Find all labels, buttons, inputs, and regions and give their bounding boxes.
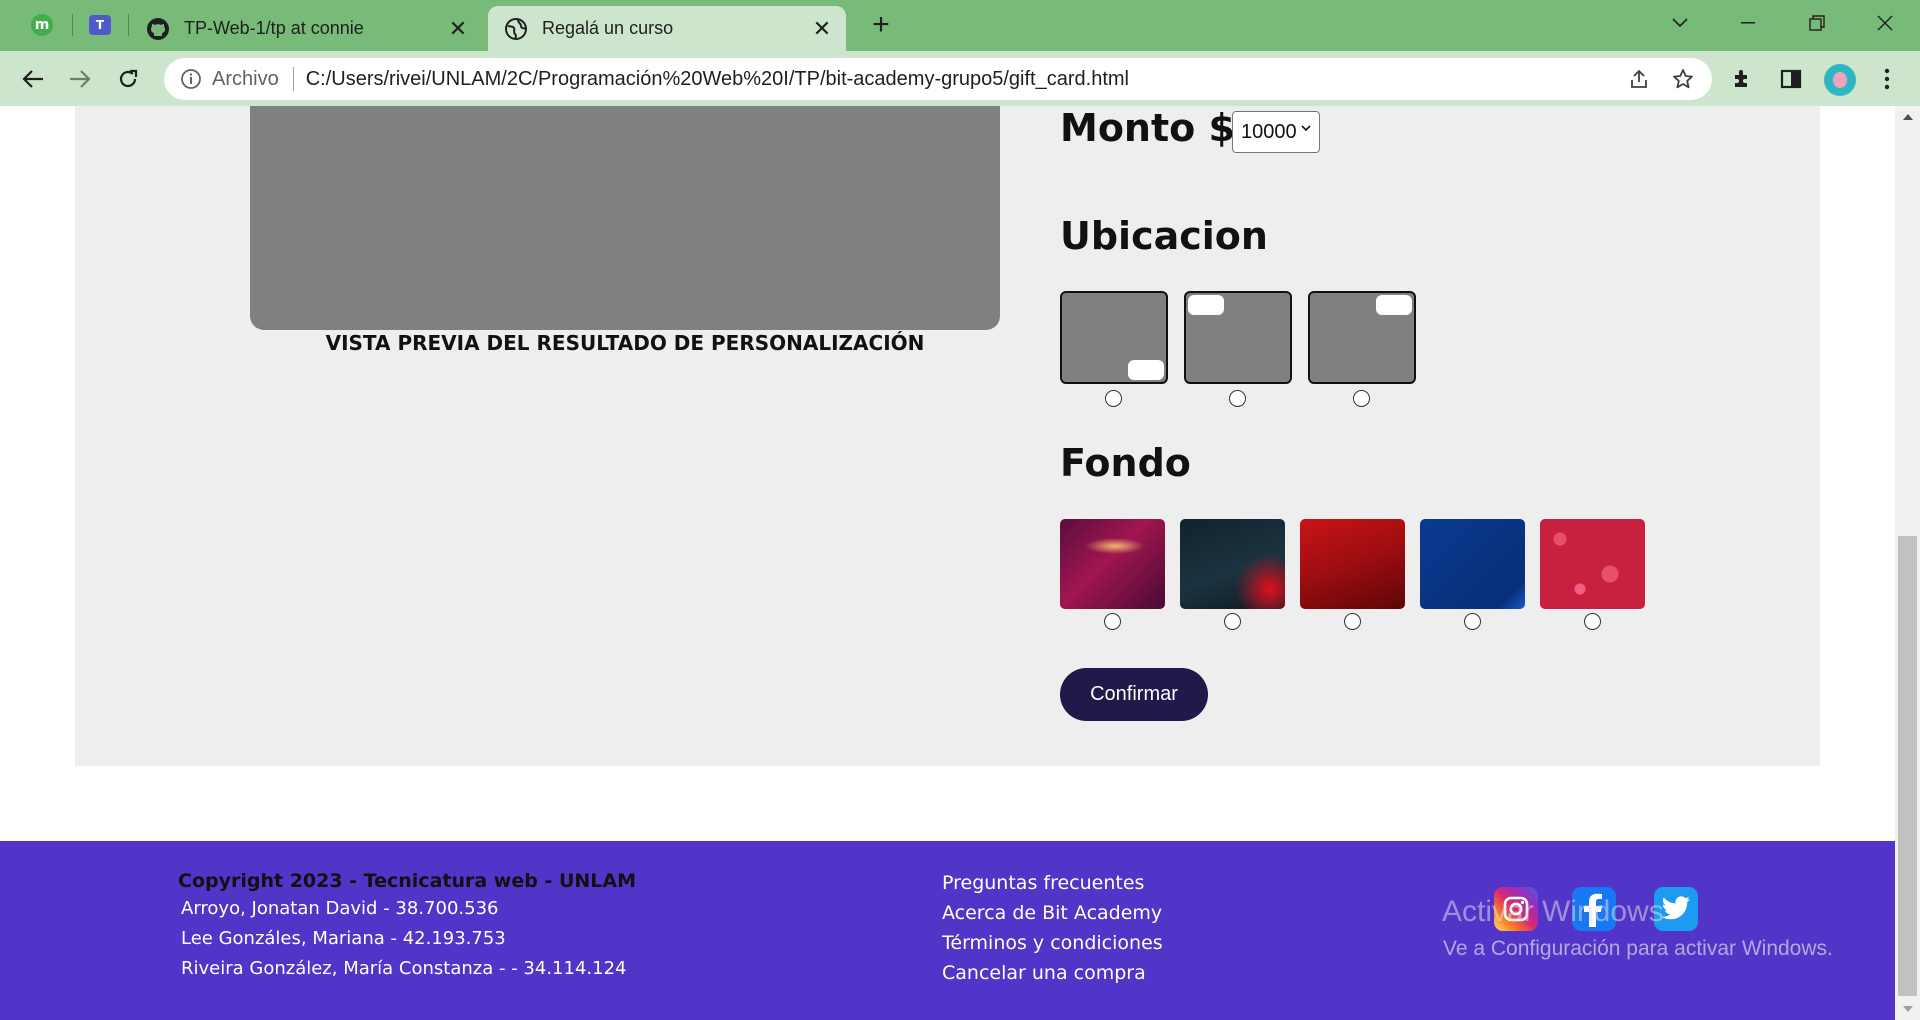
footer-link-terms[interactable]: Términos y condiciones xyxy=(942,932,1163,954)
chevron-down-icon xyxy=(1301,125,1311,132)
preview-box xyxy=(250,106,1000,330)
location-radio[interactable] xyxy=(1353,390,1370,407)
gift-card-section: VISTA PREVIA DEL RESULTADO DE PERSONALIZ… xyxy=(75,106,1820,766)
monto-selected-value: 10000 xyxy=(1241,120,1297,143)
forward-arrow-icon[interactable] xyxy=(63,62,97,96)
confirm-button[interactable]: Confirmar xyxy=(1060,668,1208,721)
tab-github[interactable]: TP-Web-1/tp at connie ✕ xyxy=(130,6,482,51)
member-line: Arroyo, Jonatan David - 38.700.536 xyxy=(181,898,499,919)
background-option-red[interactable] xyxy=(1300,519,1405,609)
monto-select[interactable]: 10000 xyxy=(1232,111,1320,153)
background-radio[interactable] xyxy=(1224,613,1241,630)
tab-title: Regalá un curso xyxy=(542,18,674,38)
m-app-icon: m xyxy=(31,14,53,36)
background-radio[interactable] xyxy=(1104,613,1121,630)
background-option-dark-network[interactable] xyxy=(1180,519,1285,609)
background-option-pink-hearts[interactable] xyxy=(1540,519,1645,609)
member-line: Lee Gonzáles, Mariana - 42.193.753 xyxy=(181,928,506,949)
minimize-icon[interactable] xyxy=(1728,8,1768,38)
tab-separator xyxy=(72,14,73,36)
side-panel-icon[interactable] xyxy=(1776,64,1806,94)
vertical-scrollbar[interactable] xyxy=(1895,106,1920,1020)
location-option-bottom-right[interactable] xyxy=(1060,291,1168,384)
kebab-menu-icon[interactable] xyxy=(1872,64,1902,94)
info-icon[interactable] xyxy=(180,68,202,90)
address-separator xyxy=(292,67,294,91)
site-footer: Copyright 2023 - Tecnicatura web - UNLAM… xyxy=(0,841,1895,1020)
globe-icon xyxy=(504,17,528,41)
restore-icon[interactable] xyxy=(1797,8,1837,38)
new-tab-button[interactable]: + xyxy=(866,10,896,40)
origin-label: Archivo xyxy=(212,67,279,90)
location-radio[interactable] xyxy=(1105,390,1122,407)
background-radio[interactable] xyxy=(1344,613,1361,630)
copyright-text: Copyright 2023 - Tecnicatura web - UNLAM xyxy=(178,870,637,892)
tab-search-icon[interactable] xyxy=(1660,8,1700,38)
reload-icon[interactable] xyxy=(111,62,145,96)
windows-activation-title: Activar Windows xyxy=(1442,895,1664,928)
close-tab-icon[interactable]: ✕ xyxy=(444,15,472,43)
browser-toolbar: Archivo C:/Users/rivei/UNLAM/2C/Programa… xyxy=(0,51,1920,106)
background-radio[interactable] xyxy=(1464,613,1481,630)
member-line: Riveira González, María Constanza - - 34… xyxy=(181,958,627,979)
extensions-icon[interactable] xyxy=(1728,64,1758,94)
scroll-down-arrow-icon[interactable] xyxy=(1903,1006,1913,1012)
address-bar[interactable]: Archivo C:/Users/rivei/UNLAM/2C/Programa… xyxy=(164,58,1712,100)
location-option-top-left[interactable] xyxy=(1184,291,1292,384)
close-tab-icon[interactable]: ✕ xyxy=(808,15,836,43)
github-icon xyxy=(146,17,170,41)
preview-caption: VISTA PREVIA DEL RESULTADO DE PERSONALIZ… xyxy=(325,331,925,355)
page-viewport: VISTA PREVIA DEL RESULTADO DE PERSONALIZ… xyxy=(0,106,1895,1020)
footer-link-faq[interactable]: Preguntas frecuentes xyxy=(942,872,1144,894)
footer-link-cancel[interactable]: Cancelar una compra xyxy=(942,962,1146,984)
url-text[interactable]: C:/Users/rivei/UNLAM/2C/Programación%20W… xyxy=(306,68,1624,91)
footer-link-about[interactable]: Acerca de Bit Academy xyxy=(942,902,1162,924)
location-chip xyxy=(1188,295,1224,315)
back-arrow-icon[interactable] xyxy=(16,62,50,96)
background-option-blue[interactable] xyxy=(1420,519,1525,609)
tab-strip: m T TP-Web-1/tp at connie ✕ Regalá un cu… xyxy=(0,0,1920,51)
pinned-tab-teams[interactable]: T xyxy=(86,11,114,39)
ubicacion-title: Ubicacion xyxy=(1060,214,1268,258)
scroll-thumb[interactable] xyxy=(1898,536,1917,996)
tab-separator xyxy=(128,14,129,36)
bookmark-star-icon[interactable] xyxy=(1668,64,1698,94)
location-chip xyxy=(1376,295,1412,315)
pinned-tab-m[interactable]: m xyxy=(28,11,56,39)
share-icon[interactable] xyxy=(1624,64,1654,94)
windows-activation-text: Ve a Configuración para activar Windows. xyxy=(1443,937,1833,960)
background-radio[interactable] xyxy=(1584,613,1601,630)
background-option-purple[interactable] xyxy=(1060,519,1165,609)
window-close-icon[interactable] xyxy=(1865,8,1905,38)
monto-title: Monto $ xyxy=(1060,106,1235,150)
tab-active-gift[interactable]: Regalá un curso ✕ xyxy=(488,6,846,51)
scroll-up-arrow-icon[interactable] xyxy=(1903,114,1913,120)
fondo-title: Fondo xyxy=(1060,441,1191,485)
teams-icon: T xyxy=(89,15,111,35)
location-option-top-right[interactable] xyxy=(1308,291,1416,384)
profile-avatar[interactable] xyxy=(1824,64,1856,96)
tab-title: TP-Web-1/tp at connie xyxy=(184,18,364,38)
location-chip xyxy=(1128,360,1164,380)
location-radio[interactable] xyxy=(1229,390,1246,407)
